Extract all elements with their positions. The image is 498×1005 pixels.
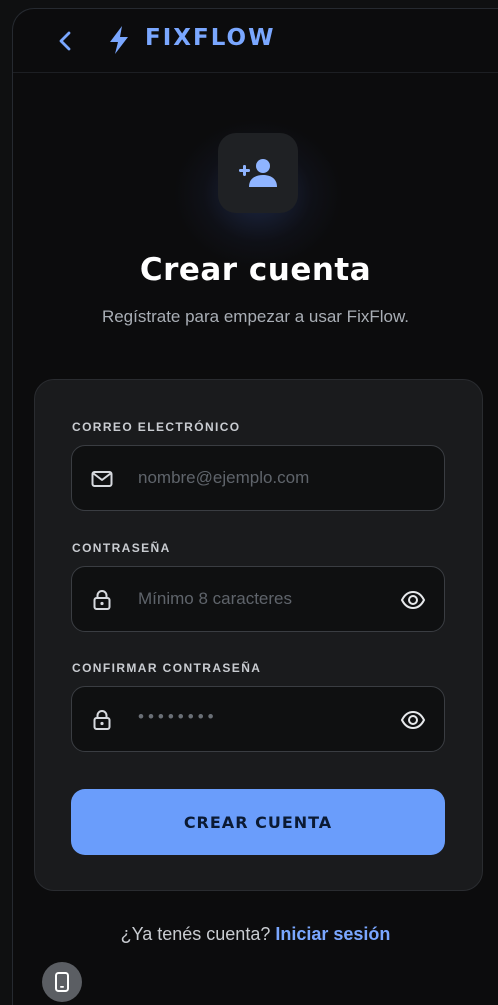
email-placeholder: nombre@ejemplo.com	[138, 468, 310, 487]
create-account-button[interactable]: CREAR CUENTA	[71, 789, 445, 855]
confirm-password-label: CONFIRMAR CONTRASEÑA	[72, 661, 262, 675]
signup-form-card: CORREO ELECTRÓNICO nombre@ejemplo.com CO…	[34, 379, 483, 891]
email-label: CORREO ELECTRÓNICO	[72, 420, 241, 434]
phone-icon	[55, 972, 69, 992]
brand-name: FIXFLOW	[145, 25, 276, 51]
page-title: Crear cuenta	[139, 252, 372, 288]
chevron-left-icon	[59, 31, 71, 51]
confirm-password-value: ••••••••	[138, 707, 218, 726]
login-link[interactable]: Iniciar sesión	[275, 924, 390, 944]
person-add-icon	[239, 159, 277, 187]
password-field[interactable]: Mínimo 8 caracteres	[71, 566, 445, 632]
login-prompt-text: ¿Ya tenés cuenta?	[120, 924, 271, 944]
eye-icon[interactable]	[400, 587, 426, 613]
lock-icon	[93, 590, 111, 610]
password-placeholder: Mínimo 8 caracteres	[138, 589, 292, 608]
password-label: CONTRASEÑA	[72, 541, 171, 555]
lock-icon	[93, 710, 111, 730]
back-button[interactable]	[51, 27, 79, 55]
email-field[interactable]: nombre@ejemplo.com	[71, 445, 445, 511]
page-subtitle: Regístrate para empezar a usar FixFlow.	[101, 307, 410, 326]
app-screen: FIXFLOW Crear cuenta Regístrate para emp…	[12, 8, 498, 1005]
login-prompt: ¿Ya tenés cuenta? Iniciar sesión	[13, 924, 498, 945]
device-toggle-button[interactable]	[42, 962, 82, 1002]
avatar-badge	[218, 133, 298, 213]
mail-icon	[91, 471, 113, 487]
top-bar: FIXFLOW	[13, 9, 498, 73]
confirm-password-field[interactable]: ••••••••	[71, 686, 445, 752]
bolt-icon	[110, 26, 128, 54]
eye-icon[interactable]	[400, 707, 426, 733]
